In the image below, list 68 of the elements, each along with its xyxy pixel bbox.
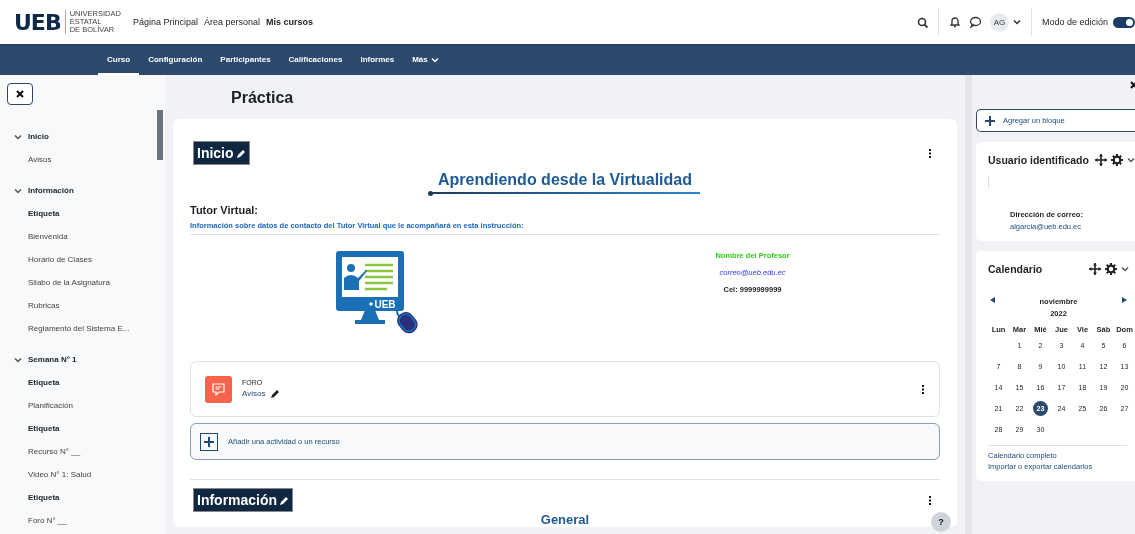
section-heading: Información	[193, 488, 294, 512]
pencil-icon[interactable]	[278, 494, 290, 506]
nav-link[interactable]: Área personal	[204, 15, 261, 29]
caret-icon	[1126, 157, 1135, 163]
activity-link[interactable]: Avisos	[242, 389, 266, 398]
close-icon	[16, 90, 24, 98]
activity-link[interactable]: Rubricas	[14, 294, 165, 317]
activity-link[interactable]: Planificación	[14, 394, 165, 417]
activity-link[interactable]: Bienvenida	[14, 225, 165, 248]
scrollbar[interactable]	[157, 110, 163, 160]
chevron-icon	[14, 187, 22, 194]
label-item[interactable]: Etiqueta	[14, 486, 165, 509]
previous-month-icon[interactable]	[990, 297, 995, 303]
avatar: AG	[989, 12, 1009, 32]
chevron-icon	[14, 133, 22, 140]
search-icon[interactable]	[916, 16, 928, 28]
bell-icon[interactable]	[948, 16, 961, 28]
edit-mode-label: Modo de edición	[1041, 17, 1108, 27]
section-toggle[interactable]: Información	[14, 179, 74, 202]
kebab-menu-icon[interactable]	[921, 384, 925, 394]
page-title: Práctica	[230, 88, 295, 105]
kebab-menu-icon[interactable]	[928, 149, 932, 158]
course-tab[interactable]: Configuración	[139, 44, 212, 75]
tutor-heading: Tutor Virtual:	[190, 204, 260, 216]
close-drawer-button[interactable]	[7, 83, 33, 105]
plus-icon	[985, 115, 995, 126]
move-icon[interactable]	[1089, 263, 1101, 275]
activity-link[interactable]: Silabo de la Asignatura	[14, 271, 165, 294]
plus-icon	[204, 436, 214, 447]
help-button[interactable]: ?	[931, 512, 951, 532]
block-title: Usuario identificado	[988, 154, 1089, 166]
nav-link[interactable]: Mis cursos	[266, 15, 314, 29]
banner-title: General	[539, 512, 591, 527]
section-toggle[interactable]: Semana N° 1	[14, 348, 77, 371]
chat-icon[interactable]	[968, 16, 982, 28]
caret-icon	[1121, 266, 1129, 272]
activity-link[interactable]: Video N° 1: Salud	[14, 463, 165, 486]
edit-mode-toggle[interactable]	[1113, 16, 1135, 28]
activity-link[interactable]: Foro N° __	[14, 509, 165, 532]
label-item[interactable]: Etiqueta	[14, 202, 165, 225]
move-icon[interactable]	[1094, 154, 1107, 166]
chevron-icon	[14, 356, 22, 363]
course-tab[interactable]: Más	[403, 44, 448, 75]
banner-title: Aprendiendo desde la Virtualidad	[437, 171, 693, 189]
settings-icon[interactable]	[1105, 263, 1117, 275]
label-item[interactable]: Etiqueta	[14, 371, 165, 394]
speech-bubble-icon	[212, 382, 225, 396]
caret-icon	[430, 56, 439, 63]
block-title: Calendario	[988, 263, 1043, 275]
caret-icon	[1012, 19, 1021, 25]
course-tab[interactable]: Informes	[351, 44, 404, 75]
user-menu[interactable]: AG	[989, 12, 1021, 32]
course-tab[interactable]: Participantes	[211, 44, 280, 75]
nav-link[interactable]: Página Principal	[132, 15, 198, 29]
activity-link[interactable]: Horario de Clases	[14, 248, 165, 271]
kebab-menu-icon[interactable]	[928, 496, 932, 505]
section-toggle[interactable]: Inicio	[14, 125, 49, 148]
activity-link[interactable]: Recurso N° __	[14, 440, 165, 463]
pencil-icon[interactable]	[269, 388, 281, 399]
section-heading: Inicio	[193, 141, 250, 165]
next-month-icon[interactable]	[1122, 297, 1127, 303]
settings-icon[interactable]	[1110, 154, 1123, 166]
pencil-icon[interactable]	[234, 147, 246, 159]
label-item[interactable]: Etiqueta	[14, 417, 165, 440]
logo[interactable]: UEB	[14, 9, 61, 35]
course-tab[interactable]: Calificaciones	[279, 44, 352, 75]
activity-link[interactable]: Reglamento del Sistema E...	[14, 317, 165, 340]
activity-link[interactable]: Avisos	[14, 148, 165, 171]
